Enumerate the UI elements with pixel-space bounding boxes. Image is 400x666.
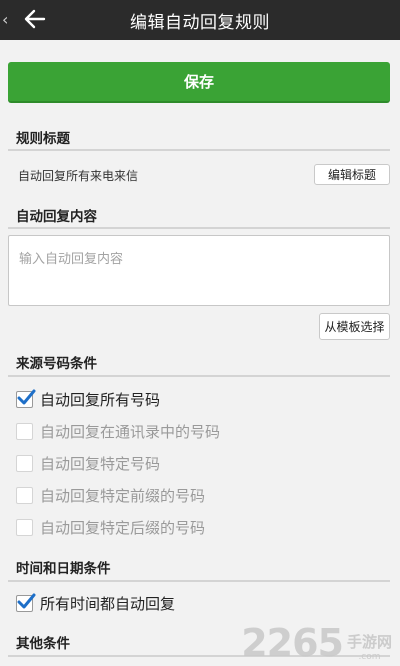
checkmark-icon — [17, 593, 36, 608]
watermark-sub: 手游网 .com — [347, 631, 392, 662]
watermark-domain: .com — [358, 652, 381, 662]
option-all-times[interactable]: 所有时间都自动回复 — [16, 592, 175, 614]
rule-title-value: 自动回复所有来电来信 — [18, 169, 139, 183]
option-label: 自动回复特定前缀的号码 — [40, 486, 206, 505]
edit-title-button[interactable]: 编辑标题 — [314, 164, 390, 185]
page-title: 编辑自动回复规则 — [130, 13, 270, 33]
section-heading-reply-content: 自动回复内容 — [16, 209, 97, 225]
section-heading-source-conditions: 来源号码条件 — [16, 356, 97, 372]
checkbox[interactable] — [16, 454, 33, 472]
watermark-logo: 2265 手游网 .com — [241, 624, 392, 662]
reply-content-input[interactable]: 输入自动回复内容 — [8, 235, 390, 306]
option-label: 所有时间都自动回复 — [40, 594, 176, 613]
checkbox-checked[interactable] — [16, 593, 36, 612]
section-heading-other-conditions: 其他条件 — [16, 636, 70, 652]
option-label: 自动回复所有号码 — [40, 390, 161, 409]
option-label: 自动回复特定后缀的号码 — [40, 518, 206, 537]
app-header: ‹ 编辑自动回复规则 — [0, 0, 400, 40]
section-heading-rule-title: 规则标题 — [16, 131, 70, 147]
divider — [8, 227, 390, 229]
divider — [8, 375, 390, 377]
choose-template-button[interactable]: 从模板选择 — [319, 313, 390, 340]
watermark-cn: 手游网 — [346, 633, 392, 651]
option-suffix-numbers[interactable]: 自动回复特定后缀的号码 — [16, 516, 205, 538]
section-heading-time-conditions: 时间和日期条件 — [16, 561, 111, 577]
divider — [8, 580, 390, 582]
option-prefix-numbers[interactable]: 自动回复特定前缀的号码 — [16, 484, 205, 506]
watermark-number: 2265 — [241, 621, 344, 665]
checkbox[interactable] — [16, 518, 33, 536]
option-label: 自动回复在通讯录中的号码 — [40, 422, 221, 441]
option-all-numbers[interactable]: 自动回复所有号码 — [16, 388, 160, 410]
option-contacts-numbers[interactable]: 自动回复在通讯录中的号码 — [16, 420, 220, 442]
checkbox-checked[interactable] — [16, 389, 36, 408]
checkbox[interactable] — [16, 422, 33, 440]
reply-content-placeholder: 输入自动回复内容 — [19, 252, 124, 267]
option-specific-numbers[interactable]: 自动回复特定号码 — [16, 452, 160, 474]
checkmark-icon — [17, 389, 36, 404]
divider — [8, 149, 390, 151]
checkbox[interactable] — [16, 486, 33, 504]
save-button[interactable]: 保存 — [8, 62, 390, 103]
option-label: 自动回复特定号码 — [40, 454, 161, 473]
